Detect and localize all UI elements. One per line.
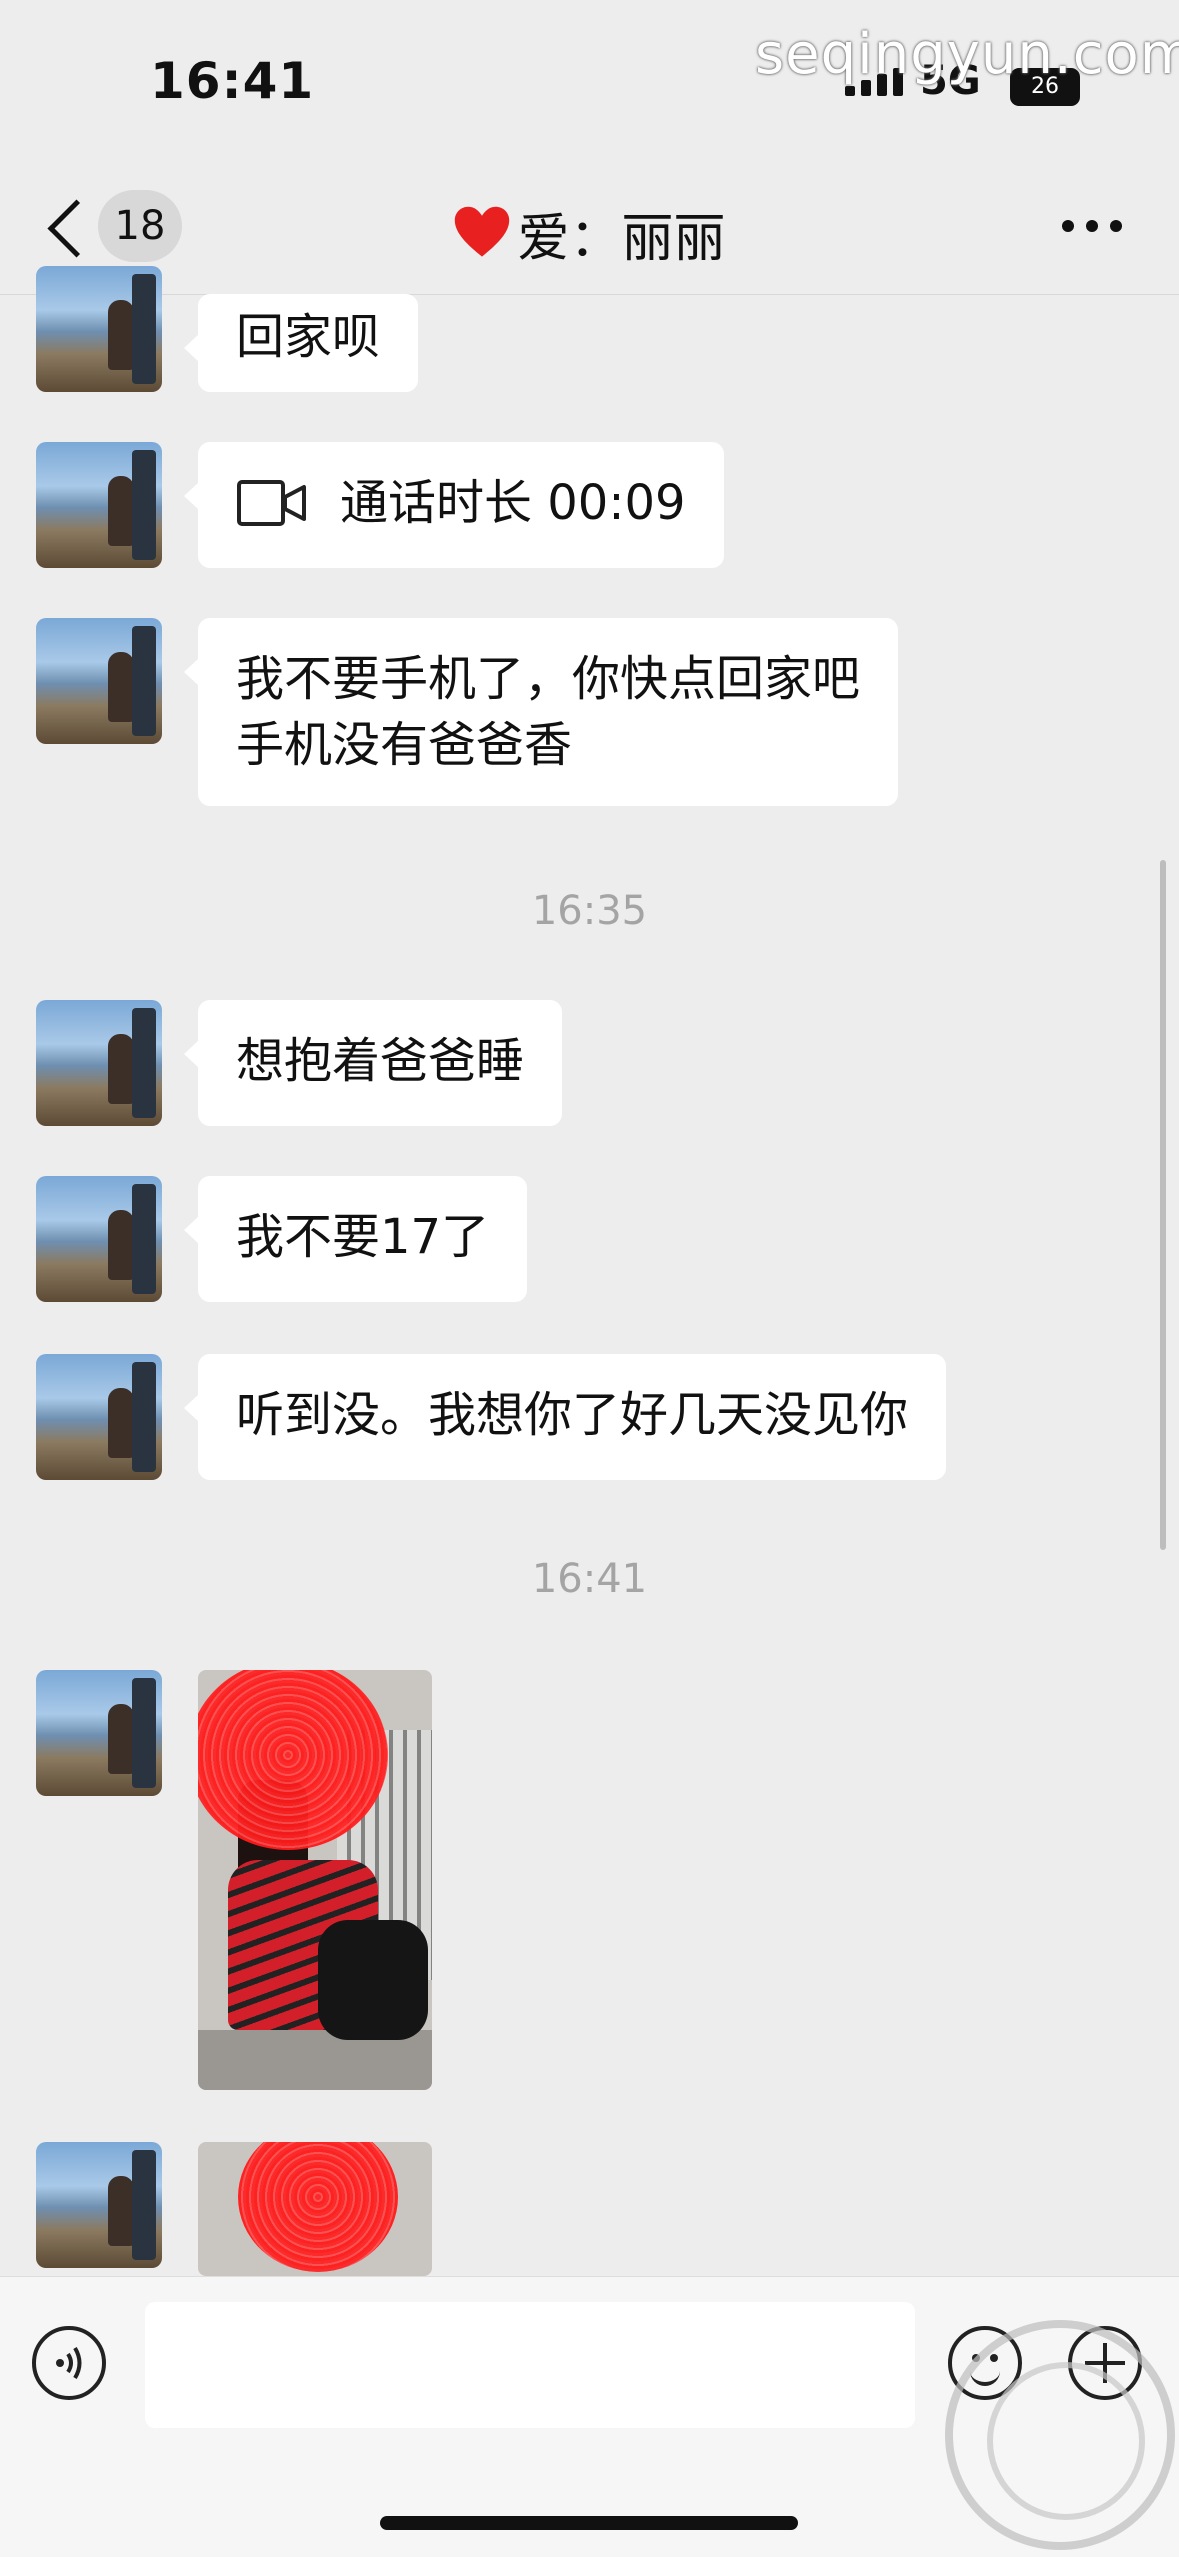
heart-icon [455, 206, 510, 257]
message-text-line: 手机没有爸爸香 [236, 717, 573, 773]
timestamp: 16:41 [531, 1556, 648, 1602]
home-indicator [380, 2516, 798, 2530]
watermark-text: seqingyun.com [755, 22, 1179, 87]
message-text: 回家呗 [236, 309, 381, 365]
message-bubble[interactable]: 回家呗 [183, 294, 419, 392]
chat-title-text: 爱：丽丽 [517, 209, 726, 269]
avatar[interactable] [36, 1176, 162, 1302]
call-duration-text: 通话时长 00:09 [340, 475, 686, 531]
message-text: 听到没。我想你了好几天没见你 [236, 1387, 909, 1443]
voice-icon[interactable] [32, 2326, 106, 2400]
watermark-stamp [945, 2320, 1175, 2550]
avatar[interactable] [36, 442, 162, 568]
avatar[interactable] [36, 1670, 162, 1796]
message-bubble[interactable]: 听到没。我想你了好几天没见你 [183, 1354, 947, 1480]
scrollbar[interactable] [1160, 860, 1166, 1550]
message-bubble[interactable]: 我不要手机了，你快点回家吧 手机没有爸爸香 [183, 618, 899, 806]
avatar[interactable] [36, 1000, 162, 1126]
call-bubble[interactable]: 通话时长 00:09 [184, 442, 724, 568]
message-text-line: 我不要手机了，你快点回家吧 [236, 651, 861, 707]
timestamp: 16:35 [531, 888, 648, 934]
avatar[interactable] [36, 618, 162, 744]
message-text: 我不要17了 [236, 1209, 490, 1265]
avatar[interactable] [36, 266, 162, 392]
photo-image[interactable] [198, 1670, 432, 2090]
message-bubble[interactable]: 我不要17了 [183, 1176, 528, 1302]
chat-title: 爱：丽丽 [0, 196, 1179, 271]
avatar[interactable] [36, 2142, 162, 2268]
status-time: 16:41 [150, 52, 315, 110]
video-call-icon [237, 480, 306, 526]
more-icon[interactable] [1062, 220, 1122, 232]
photo-image[interactable] [198, 2142, 432, 2276]
message-input[interactable] [145, 2302, 915, 2428]
message-text: 想抱着爸爸睡 [236, 1033, 525, 1089]
avatar[interactable] [36, 1354, 162, 1480]
message-bubble[interactable]: 想抱着爸爸睡 [183, 1000, 563, 1126]
